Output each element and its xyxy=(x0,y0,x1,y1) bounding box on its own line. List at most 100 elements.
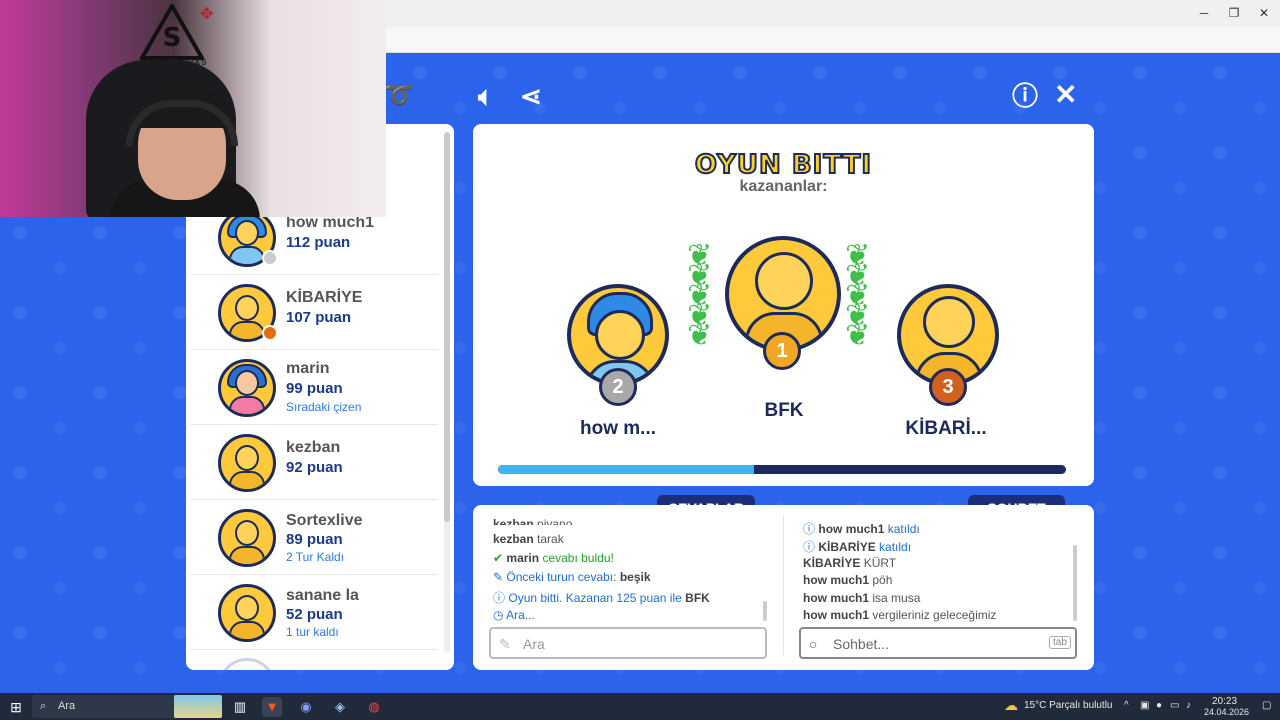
player-name: KİBARİYE xyxy=(286,289,363,306)
bronze-medal: 3 xyxy=(929,368,967,406)
brave-browser-icon[interactable]: ▼ xyxy=(262,697,282,717)
status-dot xyxy=(262,250,278,266)
minimize-button[interactable]: ─ xyxy=(1196,6,1212,20)
info-small-icon: ⓘ xyxy=(493,591,506,605)
player-row[interactable]: sanane la 52 puan 1 tur kaldı xyxy=(190,575,438,650)
player-score: 92 puan xyxy=(286,459,343,476)
tray-chevron-icon[interactable]: ^ xyxy=(1124,700,1129,711)
winner-2-name: how m... xyxy=(580,418,656,439)
player-note: 1 tur kaldı xyxy=(286,625,339,639)
taskbar-search-label: Ara xyxy=(58,700,76,712)
player-row[interactable]: marin 99 puan Sıradaki çizen xyxy=(190,350,438,425)
info-small-icon: ⓘ xyxy=(803,540,816,554)
avatar xyxy=(218,584,276,642)
check-icon: ✔ xyxy=(493,551,504,565)
svg-text:S: S xyxy=(163,23,182,53)
chat-placeholder: Sohbet... xyxy=(833,636,890,652)
gold-medal: 1 xyxy=(763,332,801,370)
avatar xyxy=(218,434,276,492)
found-answer-line: ✔ marin cevabı buldu! xyxy=(493,551,614,565)
info-icon[interactable]: ⓘ xyxy=(1012,82,1038,110)
logo-fragment-icon: ➰ xyxy=(384,82,414,109)
answer-line: kezban tarak xyxy=(493,532,564,546)
avatar-partial xyxy=(218,658,276,670)
chat-input[interactable]: ○ Sohbet... tab xyxy=(799,627,1077,659)
player-name: sanane la xyxy=(286,587,359,604)
tab-hint: tab xyxy=(1049,636,1071,649)
join-line: ⓘ how much1 katıldı xyxy=(803,522,920,536)
player-row[interactable]: kezban 92 puan xyxy=(190,425,438,500)
close-window-button[interactable]: ✕ xyxy=(1256,6,1272,20)
player-name: Sortexlive xyxy=(286,512,363,529)
weather-text[interactable]: 15°C Parçalı bulutlu xyxy=(1024,700,1113,711)
search-icon: ○ xyxy=(809,636,818,652)
progress-fill xyxy=(498,465,754,474)
game-end-line: ⓘ Oyun bitti. Kazanan 125 puan ile BFK xyxy=(493,591,710,605)
webcam-overlay: S AYKUT ARAS ✥ xyxy=(0,0,386,217)
result-panel: OYUN BITTI kazananlar: 2 how m... ❦ ❦ ❦ ❦ ❦ … xyxy=(473,124,1094,486)
taskbar-search[interactable]: ⌕ Ara xyxy=(32,695,222,718)
tray-app-icon[interactable]: ▣ xyxy=(1140,700,1149,711)
sound-icon[interactable]: 🔈︎ xyxy=(478,82,494,110)
decoration-icon: ✥ xyxy=(200,6,214,23)
chat-divider xyxy=(783,515,784,655)
volume-icon[interactable]: ♪ xyxy=(1186,700,1191,711)
avatar xyxy=(218,509,276,567)
silver-medal: 2 xyxy=(599,368,637,406)
chat-line: how much1 isa musa xyxy=(803,591,921,605)
answer-placeholder: Ara xyxy=(523,636,545,652)
network-icon[interactable]: ▭ xyxy=(1170,700,1179,711)
player-score: 99 puan xyxy=(286,380,343,397)
player-list-scroll-thumb[interactable] xyxy=(444,132,450,522)
obs-icon[interactable]: ◍ xyxy=(364,697,384,717)
windows-start-icon[interactable]: ⊞ xyxy=(6,697,26,717)
clock-date[interactable]: 24.04.2026 xyxy=(1204,707,1249,717)
round-progress-bar xyxy=(498,465,1066,474)
player-row[interactable]: KİBARİYE 107 puan xyxy=(190,275,438,350)
pencil-input-icon: ✎ xyxy=(499,636,511,652)
clock-icon: ◷ xyxy=(493,608,504,622)
player-name: kezban xyxy=(286,439,341,456)
player-score: 89 puan xyxy=(286,531,343,548)
answer-line: kezban piyano xyxy=(493,517,573,525)
search-highlight-image xyxy=(174,695,222,718)
player-row[interactable]: Sortexlive 89 puan 2 Tur Kaldı xyxy=(190,500,438,575)
player-score: 112 puan xyxy=(286,234,351,251)
answers-scrollbar[interactable] xyxy=(763,601,767,621)
microphone-icon[interactable]: ● xyxy=(1156,700,1162,711)
pencil-icon: ✎ xyxy=(493,570,504,584)
player-score: 52 puan xyxy=(286,606,343,623)
search-icon: ⌕ xyxy=(40,700,47,712)
chat-line: KİBARİYE KÜRT xyxy=(803,556,897,570)
winner-3-name: KİBARİ... xyxy=(905,418,987,439)
winners-subtitle: kazananlar: xyxy=(739,178,828,195)
app-icon[interactable]: ◈ xyxy=(330,697,350,717)
streamer-logo-icon: S xyxy=(140,4,204,60)
close-icon[interactable]: ✕ xyxy=(1054,81,1077,109)
laurel-left-icon: ❦ ❦ ❦ ❦ ❦ xyxy=(687,239,713,352)
info-small-icon: ⓘ xyxy=(803,522,816,536)
task-view-icon[interactable]: ▥ xyxy=(230,697,250,717)
share-icon[interactable]: ⋖ xyxy=(520,82,542,110)
winner-1-name: BFK xyxy=(764,400,804,421)
status-dot xyxy=(262,325,278,341)
player-note: 2 Tur Kaldı xyxy=(286,550,345,564)
previous-answer-line: ✎ Önceki turun cevabı: beşik xyxy=(493,570,651,584)
discord-icon[interactable]: ◉ xyxy=(296,697,316,717)
avatar xyxy=(218,359,276,417)
chat-panel: kezban piyano kezban tarak ✔ marin cevab… xyxy=(473,505,1094,670)
chat-scrollbar[interactable] xyxy=(1073,545,1077,621)
restore-button[interactable]: ❐ xyxy=(1226,6,1242,20)
weather-icon[interactable]: ☁ xyxy=(1004,697,1018,714)
searching-line: ◷ Ara... xyxy=(493,608,535,622)
clock-time[interactable]: 20:23 xyxy=(1212,696,1237,707)
player-note: Sıradaki çizen xyxy=(286,400,362,414)
notification-icon[interactable]: ▢ xyxy=(1262,700,1271,711)
game-over-title: OYUN BITTI xyxy=(694,149,873,181)
player-name: marin xyxy=(286,360,330,377)
laurel-right-icon: ❦ ❦ ❦ ❦ ❦ xyxy=(845,239,871,352)
join-line: ⓘ KİBARİYE katıldı xyxy=(803,540,912,554)
answer-input[interactable]: ✎ Ara xyxy=(489,627,767,659)
taskbar: ⊞ ⌕ Ara ▥ ▼ ◉ ◈ ◍ ☁ 15°C Parçalı bulutlu… xyxy=(0,693,1280,720)
player-score: 107 puan xyxy=(286,309,352,326)
